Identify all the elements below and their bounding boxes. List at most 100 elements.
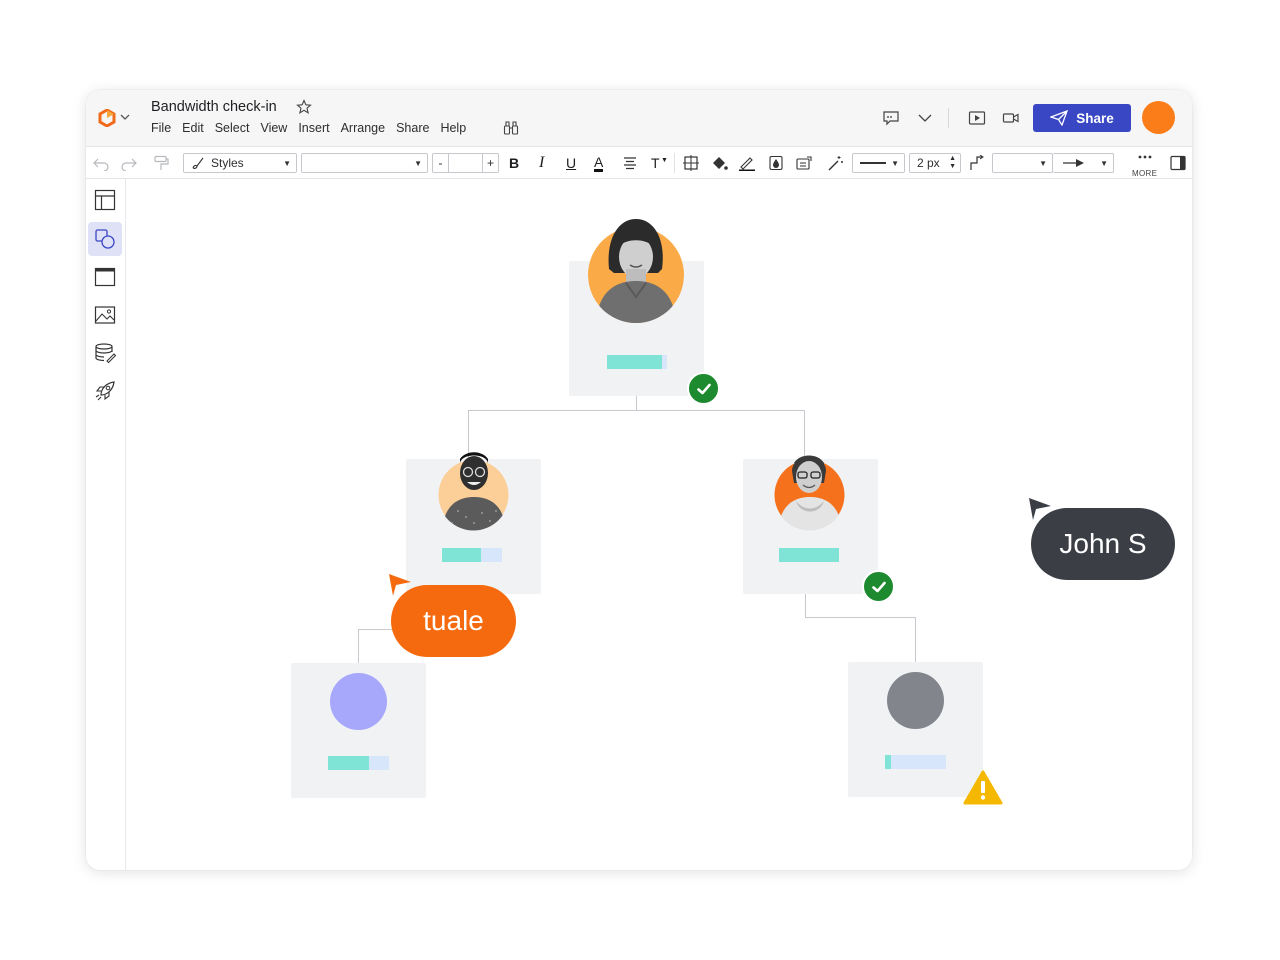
connector-line: [915, 617, 916, 662]
data-linking-icon[interactable]: [795, 155, 813, 171]
line-style-dropdown[interactable]: ▼: [852, 153, 905, 173]
binoculars-icon[interactable]: [503, 120, 519, 136]
person-photo: [588, 219, 684, 323]
person-photo: [774, 455, 845, 531]
brush-icon: [192, 157, 204, 169]
shape-options-icon[interactable]: [682, 155, 700, 171]
progress-bar-track: [369, 756, 389, 770]
caret-down-icon: ▼: [661, 157, 668, 164]
text-options-button[interactable]: T: [651, 155, 660, 171]
right-panel-icon[interactable]: [1169, 155, 1187, 171]
align-center-icon[interactable]: [621, 155, 639, 171]
menu-edit[interactable]: Edit: [182, 121, 204, 135]
star-icon[interactable]: [296, 99, 312, 115]
share-button[interactable]: Share: [1033, 104, 1131, 132]
font-color-button[interactable]: A: [594, 155, 604, 172]
progress-bar-fill: [779, 548, 839, 562]
page-layout-button[interactable]: [88, 183, 122, 217]
check-badge: [687, 372, 720, 405]
user-avatar[interactable]: [1142, 101, 1175, 134]
divider: [674, 153, 675, 173]
line-style-preview: [860, 162, 886, 164]
connector-line: [805, 594, 806, 618]
menu-arrange[interactable]: Arrange: [341, 121, 385, 135]
document-title[interactable]: Bandwidth check-in: [151, 99, 277, 115]
diagram-canvas[interactable]: tuale John S: [127, 179, 1192, 870]
line-width-stepper[interactable]: 2 px ▲ ▼: [909, 153, 961, 173]
data-button[interactable]: [88, 336, 122, 370]
data-icon: [95, 343, 116, 364]
italic-button[interactable]: I: [539, 154, 544, 172]
rocket-button[interactable]: [88, 374, 122, 408]
app-window: Bandwidth check-in File Edit Select View…: [86, 90, 1192, 870]
menu-share[interactable]: Share: [396, 121, 429, 135]
styles-dropdown[interactable]: Styles ▼: [183, 153, 297, 173]
menu-select[interactable]: Select: [215, 121, 250, 135]
caret-down-icon: ▼: [891, 159, 899, 168]
avatar-placeholder: [330, 673, 387, 730]
caret-down-icon: ▼: [1039, 159, 1047, 168]
menu-view[interactable]: View: [260, 121, 287, 135]
line-width-value: 2 px: [917, 156, 940, 170]
progress-bar-fill: [442, 548, 481, 562]
images-button[interactable]: [88, 298, 122, 332]
share-button-label: Share: [1076, 110, 1114, 126]
progress-bar-fill: [607, 355, 662, 369]
menu-bar: File Edit Select View Insert Arrange Sha…: [151, 121, 477, 135]
menu-file[interactable]: File: [151, 121, 171, 135]
progress-bar-fill: [328, 756, 369, 770]
caret-down-icon: ▼: [1100, 159, 1108, 168]
bold-button[interactable]: B: [509, 155, 519, 171]
warning-icon: [963, 770, 1003, 805]
shapes-button[interactable]: [88, 222, 122, 256]
opacity-icon[interactable]: [767, 155, 785, 171]
format-painter-icon[interactable]: [152, 155, 170, 171]
title-bar: Bandwidth check-in File Edit Select View…: [86, 90, 1192, 146]
rocket-icon: [95, 381, 115, 401]
start-arrow-dropdown[interactable]: ▼: [992, 153, 1053, 173]
progress-bar-track: [481, 548, 502, 562]
templates-button[interactable]: [88, 260, 122, 294]
collaborator-cursor-label: John S: [1031, 508, 1175, 580]
template-icon: [94, 267, 116, 287]
fill-color-icon[interactable]: [710, 155, 728, 171]
menu-help[interactable]: Help: [440, 121, 466, 135]
styles-label: Styles: [211, 156, 244, 170]
caret-down-icon: ▼: [414, 159, 422, 168]
connector-line: [805, 617, 916, 618]
line-color-icon[interactable]: [738, 155, 756, 171]
lucid-logo-icon[interactable]: [98, 109, 116, 127]
font-family-dropdown[interactable]: ▼: [301, 153, 428, 173]
chevron-down-icon[interactable]: [120, 112, 130, 122]
collaborator-cursor-label: tuale: [391, 585, 516, 657]
chevron-down-icon[interactable]: [916, 110, 934, 126]
present-icon[interactable]: [968, 110, 986, 126]
magic-wand-icon[interactable]: [826, 155, 844, 171]
check-icon: [696, 383, 711, 394]
more-dots-icon[interactable]: [1138, 154, 1152, 160]
menu-insert[interactable]: Insert: [298, 121, 329, 135]
font-size-stepper[interactable]: - +: [432, 153, 499, 173]
connector-line: [468, 410, 805, 411]
line-shape-icon[interactable]: [968, 155, 986, 171]
formatting-toolbar: Styles ▼ ▼ - + B I U A T ▼ ▼ 2 px ▲ ▼ ▼ …: [86, 146, 1192, 179]
more-label[interactable]: MORE: [1132, 169, 1157, 178]
progress-bar-track: [891, 755, 946, 769]
video-icon[interactable]: [1002, 110, 1020, 126]
caret-down-icon: ▼: [283, 159, 291, 168]
connector-line: [636, 395, 637, 410]
shapes-icon: [95, 229, 115, 249]
comment-icon[interactable]: [882, 110, 900, 126]
check-badge: [862, 570, 895, 603]
image-icon: [94, 306, 116, 324]
underline-button[interactable]: U: [566, 155, 576, 171]
increase-size-button[interactable]: +: [482, 154, 498, 172]
end-arrow-dropdown[interactable]: ▼: [1053, 153, 1114, 173]
person-photo: [438, 452, 509, 531]
check-icon: [871, 581, 886, 592]
paper-plane-icon: [1050, 110, 1069, 126]
org-node-left-child[interactable]: [291, 663, 426, 798]
undo-icon[interactable]: [92, 155, 110, 171]
redo-icon[interactable]: [120, 155, 138, 171]
decrease-size-button[interactable]: -: [433, 154, 449, 172]
